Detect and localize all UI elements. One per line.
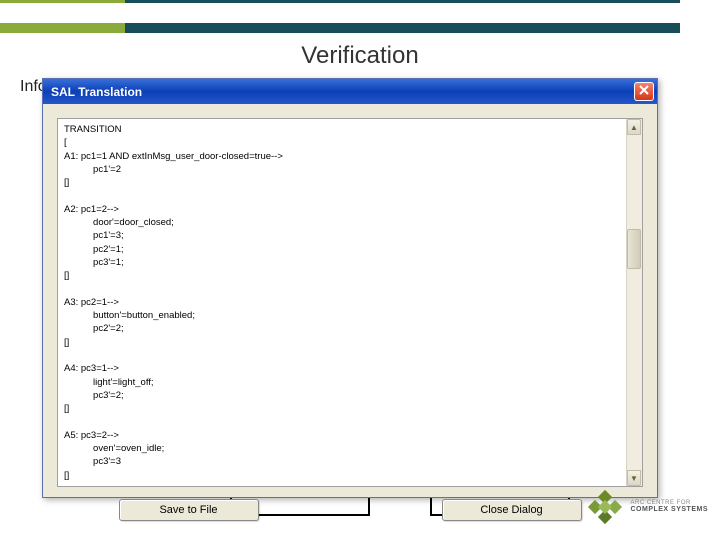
translation-text: TRANSITION [ A1: pc1=1 AND extInMsg_user… <box>58 119 626 486</box>
footer-logo: ARC CENTRE FOR COMPLEX SYSTEMS <box>586 488 708 526</box>
close-dialog-button[interactable]: Close Dialog <box>442 499 582 521</box>
header-decor <box>0 0 720 40</box>
dialog-body: TRANSITION [ A1: pc1=1 AND extInMsg_user… <box>43 104 657 497</box>
close-button[interactable] <box>634 82 654 101</box>
dialog-title: SAL Translation <box>51 85 634 99</box>
logo-text: ARC CENTRE FOR COMPLEX SYSTEMS <box>630 500 708 514</box>
sal-translation-dialog: SAL Translation TRANSITION [ A1: pc1=1 A… <box>42 78 658 498</box>
close-icon <box>638 83 650 101</box>
logo-icon <box>586 488 624 526</box>
vertical-scrollbar[interactable]: ▲ ▼ <box>626 119 642 486</box>
scroll-thumb[interactable] <box>627 229 641 269</box>
page-title: Verification <box>0 42 720 70</box>
dialog-titlebar[interactable]: SAL Translation <box>43 79 657 104</box>
save-to-file-button[interactable]: Save to File <box>119 499 259 521</box>
scroll-up-arrow[interactable]: ▲ <box>627 119 641 135</box>
translation-textbox[interactable]: TRANSITION [ A1: pc1=1 AND extInMsg_user… <box>57 118 643 487</box>
scroll-down-arrow[interactable]: ▼ <box>627 470 641 486</box>
dialog-button-row: Save to File Close Dialog <box>57 487 643 521</box>
